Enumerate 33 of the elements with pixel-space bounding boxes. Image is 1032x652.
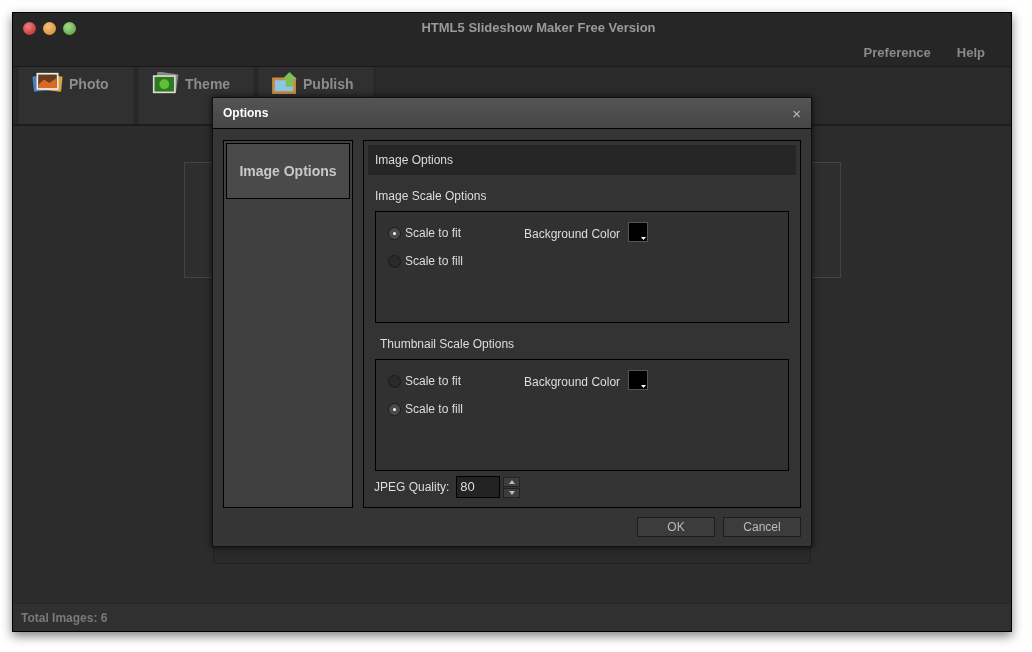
close-window-icon[interactable] [23,21,36,35]
zoom-window-icon[interactable] [63,21,76,35]
step-down-icon[interactable] [503,487,521,498]
close-button[interactable]: × [792,105,801,121]
theme-icon [152,72,179,94]
photos-icon [32,72,63,94]
quality-label: JPEG Quality: [374,479,450,496]
dialog-button[interactable]: OK [637,517,715,537]
publish-icon [272,72,297,94]
sidebar-item[interactable]: Image Options [226,143,350,199]
radio-label: Scale to fill [405,253,464,270]
color-swatch[interactable] [628,222,649,242]
minimize-window-icon[interactable] [43,21,56,35]
group-title: Image Scale Options [375,188,488,205]
color-label: Background Color [524,226,621,243]
window-title: HTML5 Slideshow Maker Free Version [421,19,656,38]
color-swatch[interactable] [628,370,649,390]
status-text: Total Images: 6 [21,609,108,627]
menu-item[interactable]: Preference [863,43,931,63]
quality-stepper[interactable] [503,476,521,498]
radio-label: Scale to fit [405,373,462,390]
radio-button[interactable] [388,402,401,416]
group-title: Thumbnail Scale Options [380,336,516,353]
section-title: Image Options [375,152,454,169]
radio-label: Scale to fit [405,225,462,242]
menu-item[interactable]: Help [956,43,985,63]
color-label: Background Color [524,374,621,391]
dialog-button[interactable]: Cancel [723,517,801,537]
radio-button[interactable] [388,226,401,240]
step-up-icon[interactable] [503,476,521,487]
quality-field[interactable]: 80 [456,476,501,498]
tab[interactable]: Photo [17,67,135,124]
radio-label: Scale to fill [405,401,464,418]
